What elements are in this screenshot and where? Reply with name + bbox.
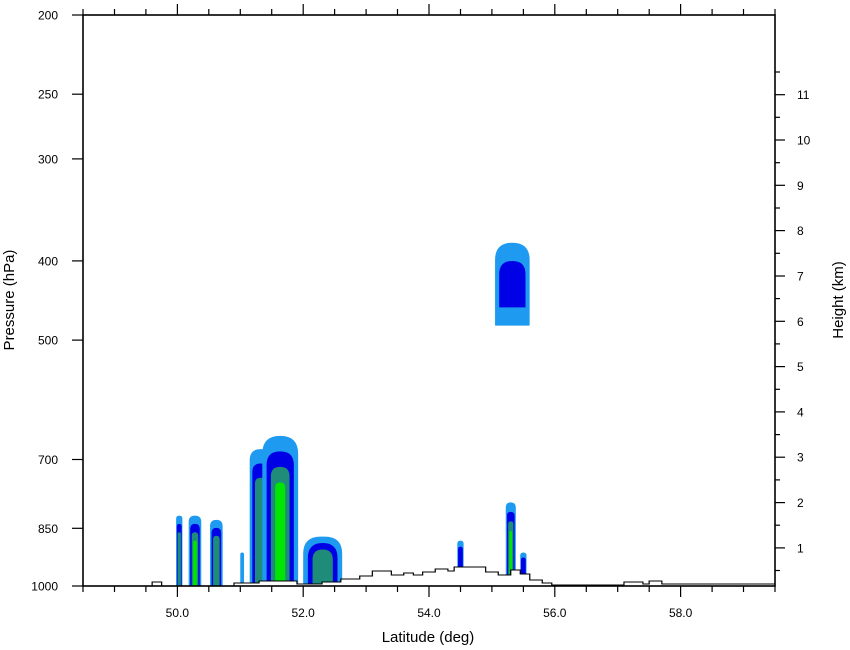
- pressure-tick-label: 200: [38, 9, 58, 23]
- terrain-fill: [83, 567, 775, 586]
- pressure-tick-label: 850: [38, 522, 58, 536]
- height-tick-label: 11: [797, 88, 810, 102]
- pressure-axis: 200 250 300 400 500 700 850 1000: [31, 9, 83, 594]
- contour-fill: [312, 549, 333, 586]
- x-tick-label: 56.0: [543, 606, 567, 620]
- height-tick-label: 7: [797, 270, 804, 284]
- height-tick-label: 8: [797, 224, 804, 238]
- pressure-tick-label: 300: [38, 152, 58, 166]
- height-axis-title: Height (km): [830, 261, 847, 339]
- cloud-region-cell-50.3: [188, 515, 202, 586]
- contour-fill: [275, 482, 286, 586]
- x-axis-title: Latitude (deg): [382, 629, 475, 646]
- pressure-tick-label: 250: [38, 88, 58, 102]
- height-tick-label: 6: [797, 315, 804, 329]
- height-axis: 1 2 3 4 5 6 7 8 9 10 11: [775, 71, 811, 572]
- height-tick-label: 5: [797, 360, 804, 374]
- cross-section-chart: 50.0 52.0 54.0 56.0 58.0 200 250 300 400 500 700 8…: [1, 4, 847, 646]
- terrain-layer: [83, 566, 775, 587]
- height-tick-label: 4: [797, 405, 804, 419]
- height-tick-label: 3: [797, 451, 804, 465]
- height-tick-label: 10: [797, 134, 811, 148]
- x-tick-label: 54.0: [417, 606, 441, 620]
- contour-fill: [193, 540, 197, 586]
- cloud-region-cell-51.0: [240, 552, 245, 586]
- cloud-region-cell-50.0: [176, 515, 183, 586]
- contour-fill: [499, 260, 526, 308]
- height-tick-label: 2: [797, 496, 804, 510]
- x-tick-label: 58.0: [669, 606, 693, 620]
- height-tick-label: 1: [797, 541, 804, 555]
- pressure-tick-label: 700: [38, 453, 58, 467]
- pressure-tick-label: 400: [38, 254, 58, 268]
- cloud-contour-layer: [176, 242, 530, 586]
- cloud-region-upper-cloud-55.4: [495, 242, 530, 326]
- plot-frame: [82, 14, 776, 587]
- contour-fill: [240, 552, 245, 586]
- pressure-axis-title: Pressure (hPa): [1, 250, 18, 351]
- x-tick-label: 50.0: [166, 606, 190, 620]
- cloud-region-cell-51.6: [262, 435, 299, 586]
- cloud-region-cell-50.6: [210, 519, 223, 586]
- pressure-tick-label: 1000: [31, 580, 58, 594]
- x-axis: 50.0 52.0 54.0 56.0 58.0: [82, 4, 776, 620]
- height-tick-label: 9: [797, 179, 804, 193]
- pressure-tick-label: 500: [38, 334, 58, 348]
- cloud-region-cell-52.3: [303, 536, 343, 586]
- contour-fill: [213, 535, 220, 586]
- contour-fill: [177, 532, 181, 586]
- x-tick-label: 52.0: [292, 606, 316, 620]
